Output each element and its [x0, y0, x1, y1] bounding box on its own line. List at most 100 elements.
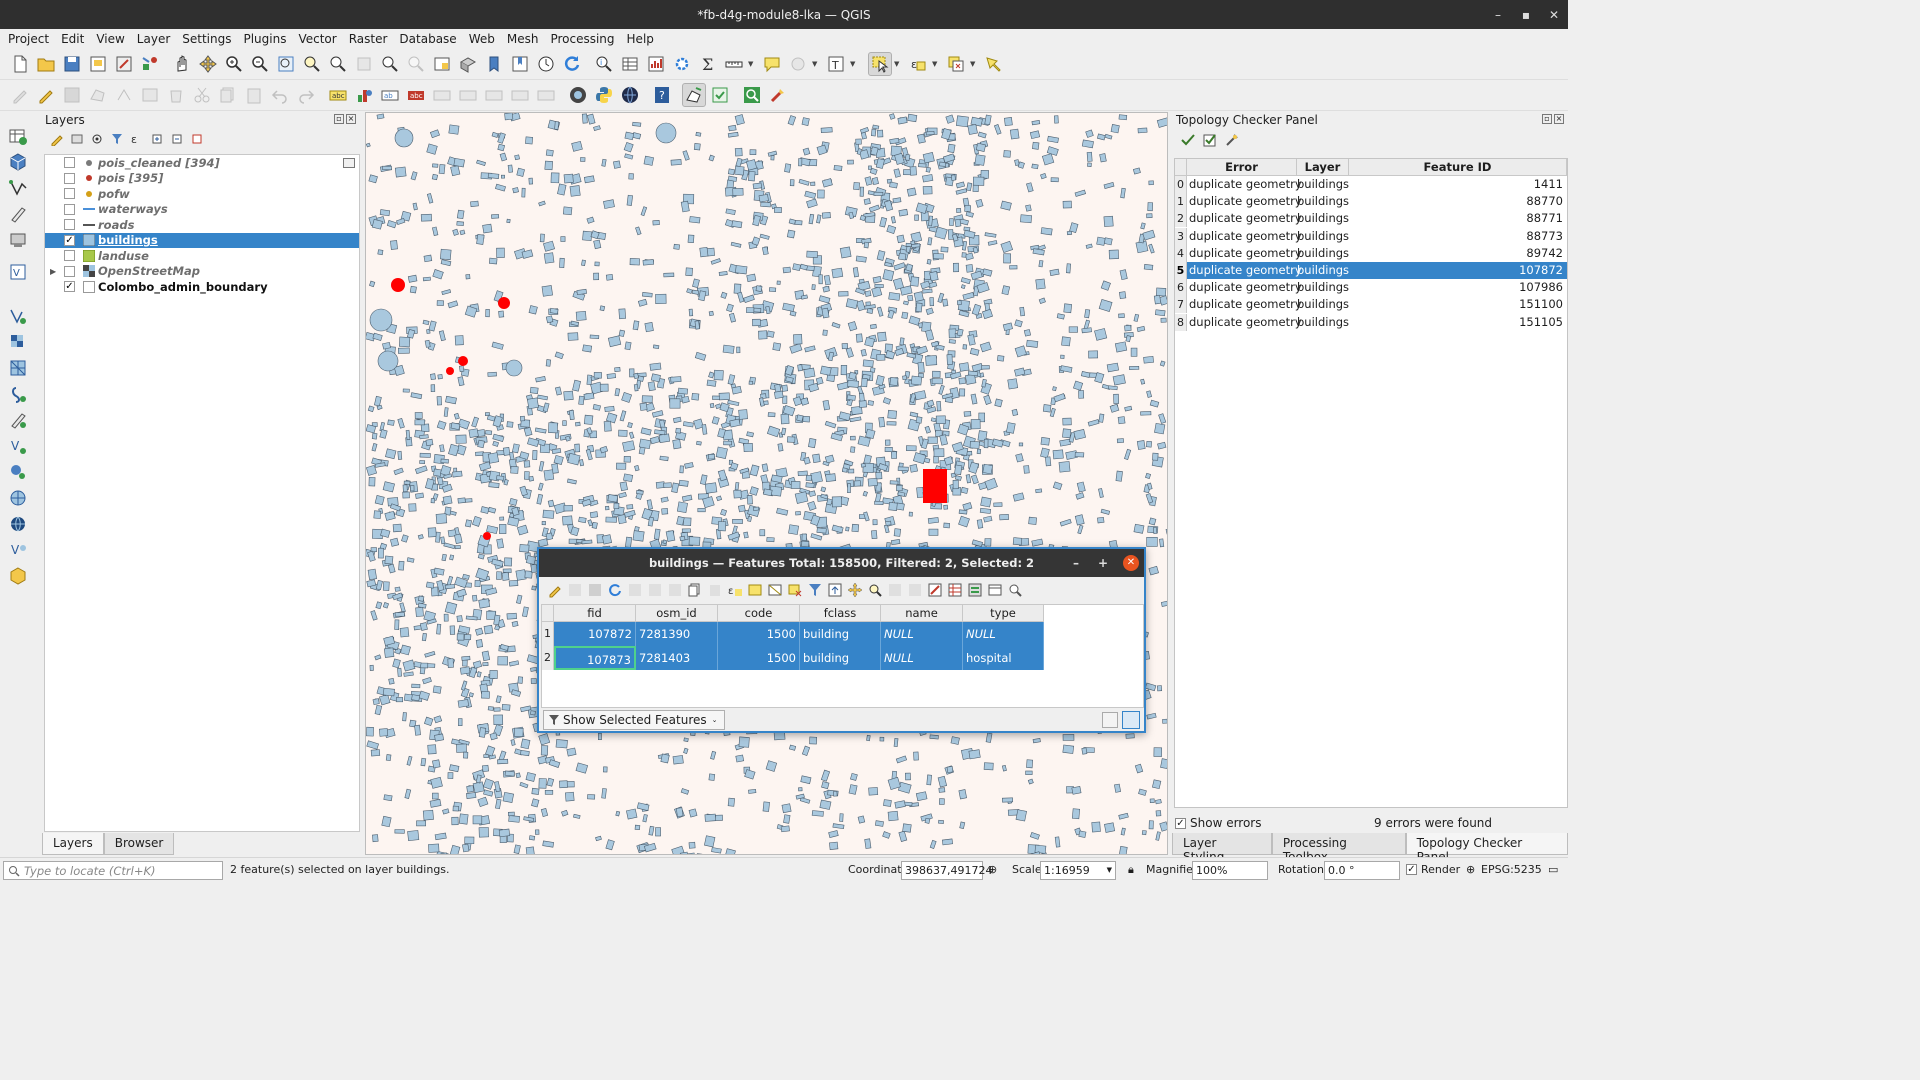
menu-plugins[interactable]: Plugins	[239, 32, 290, 46]
delete-selected-icon[interactable]	[164, 83, 188, 107]
add-vector-tile-icon[interactable]: V	[6, 538, 30, 562]
identify-features-icon[interactable]: i	[592, 52, 616, 76]
zoom-native-icon[interactable]	[352, 52, 376, 76]
move-selection-to-top-icon[interactable]	[827, 582, 843, 598]
row-number[interactable]: 1	[1175, 193, 1187, 211]
geometry-checker-icon[interactable]	[708, 83, 732, 107]
zoom-out-icon[interactable]	[248, 52, 272, 76]
manage-map-themes-icon[interactable]	[90, 132, 104, 146]
row-number[interactable]: 8	[1175, 313, 1187, 331]
cell-feature-id[interactable]: 1411	[1534, 176, 1563, 193]
metasearch-icon[interactable]	[618, 83, 642, 107]
add-wcs-layer-icon[interactable]	[6, 486, 30, 510]
new-print-layout-icon[interactable]	[86, 52, 110, 76]
add-raster-layer-icon[interactable]	[6, 330, 30, 354]
deselect-features-icon[interactable]	[944, 52, 968, 76]
deselect-dropdown[interactable]: ▼	[970, 52, 978, 76]
redo-icon[interactable]	[294, 83, 318, 107]
style-manager-icon[interactable]	[138, 52, 162, 76]
zoom-to-layer-icon[interactable]	[326, 52, 350, 76]
add-spatialite-icon[interactable]	[6, 228, 30, 252]
column-header-error[interactable]: Error	[1187, 159, 1297, 176]
cell-code[interactable]: 1500	[718, 622, 800, 646]
column-header-code[interactable]: code	[718, 605, 800, 622]
cut-icon[interactable]	[667, 582, 683, 598]
lock-scale-icon[interactable]: 🔒︎	[1128, 863, 1134, 877]
cell-layer[interactable]: buildings	[1297, 279, 1349, 296]
cell-layer[interactable]: buildings	[1297, 193, 1349, 210]
table-row[interactable]: 5 duplicate geometry buildings 107872	[1175, 262, 1567, 279]
cell-feature-id[interactable]: 88773	[1526, 228, 1563, 245]
add-xyz-layer-icon[interactable]	[6, 512, 30, 536]
rotate-label-icon[interactable]	[482, 83, 506, 107]
cell-layer[interactable]: buildings	[1297, 245, 1349, 262]
copy-features-icon[interactable]	[216, 83, 240, 107]
add-feature-icon[interactable]	[627, 582, 643, 598]
crs-button[interactable]: EPSG:5235	[1481, 863, 1542, 876]
remove-layer-icon[interactable]	[190, 132, 204, 146]
zoom-to-selected-icon[interactable]	[867, 582, 883, 598]
column-header-name[interactable]: name	[881, 605, 963, 622]
table-row[interactable]: 8 duplicate geometry buildings 151105	[1175, 313, 1567, 331]
menu-database[interactable]: Database	[395, 32, 460, 46]
cell-error[interactable]: duplicate geometry	[1189, 228, 1302, 245]
cell-osm-id[interactable]: 7281390	[636, 622, 718, 646]
crs-globe-icon[interactable]: ⊕	[1466, 863, 1475, 876]
column-header-type[interactable]: type	[963, 605, 1044, 622]
row-number[interactable]: 7	[1175, 296, 1187, 314]
table-row[interactable]: 3 duplicate geometry buildings 88773	[1175, 227, 1567, 245]
cell-fclass[interactable]: building	[800, 622, 881, 646]
tab-layers[interactable]: Layers	[42, 833, 104, 855]
table-row[interactable]: 0 duplicate geometry buildings 1411	[1175, 176, 1567, 193]
column-header-fid[interactable]: fid	[554, 605, 636, 622]
close-icon[interactable]: ✕	[1123, 555, 1139, 571]
menu-view[interactable]: View	[92, 32, 128, 46]
messages-icon[interactable]: ▭	[1548, 863, 1558, 876]
tab-browser[interactable]: Browser	[103, 833, 175, 855]
row-number[interactable]: 5	[1175, 262, 1187, 279]
layer-visibility-checkbox[interactable]	[64, 219, 75, 231]
save-project-icon[interactable]	[60, 52, 84, 76]
plugin-tool-icon[interactable]	[766, 83, 790, 107]
zoom-full-icon[interactable]	[274, 52, 298, 76]
add-pointcloud-icon[interactable]	[6, 460, 30, 484]
invert-selection-icon[interactable]	[767, 582, 783, 598]
layer-item-buildings[interactable]: ✓ buildings	[45, 232, 359, 248]
close-window-button[interactable]: ✕	[1540, 0, 1568, 29]
add-wms-layer-icon[interactable]	[6, 304, 30, 328]
row-number[interactable]: 6	[1175, 279, 1187, 297]
layer-item-pois-cleaned[interactable]: pois_cleaned [394]	[45, 155, 359, 171]
temporal-controller-icon[interactable]	[534, 52, 558, 76]
cell-name[interactable]: NULL	[881, 646, 963, 670]
pin-labels-icon[interactable]: abc	[404, 83, 428, 107]
layer-diagram-icon[interactable]	[352, 83, 376, 107]
cell-feature-id[interactable]: 151100	[1519, 296, 1563, 313]
configure-rules-icon[interactable]	[1224, 132, 1240, 148]
layer-visibility-checkbox[interactable]	[64, 157, 75, 169]
zoom-to-selection-icon[interactable]	[300, 52, 324, 76]
table-row[interactable]: 1 duplicate geometry buildings 88770	[1175, 193, 1567, 211]
cell-error[interactable]: duplicate geometry	[1189, 262, 1302, 279]
float-panel-icon[interactable]: ▫	[1542, 114, 1552, 124]
label-properties-icon[interactable]	[534, 83, 558, 107]
menu-processing[interactable]: Processing	[546, 32, 618, 46]
add-polygon-icon[interactable]	[86, 83, 110, 107]
rotation-spinbox[interactable]: 0.0 °	[1324, 861, 1400, 880]
menu-help[interactable]: Help	[623, 32, 658, 46]
map-tips-icon[interactable]	[760, 52, 784, 76]
zoom-last-icon[interactable]	[378, 52, 402, 76]
data-source-manager-icon[interactable]	[6, 124, 30, 148]
row-number[interactable]: 3	[1175, 227, 1187, 245]
new-geopackage-icon[interactable]	[6, 150, 30, 174]
conditional-formatting-icon[interactable]	[947, 582, 963, 598]
form-view-icon[interactable]	[1102, 712, 1118, 728]
plugin-search-icon[interactable]	[740, 83, 764, 107]
select-features-icon[interactable]	[868, 52, 892, 76]
cell-feature-id[interactable]: 107986	[1519, 279, 1563, 296]
toggle-editing-icon[interactable]	[34, 83, 58, 107]
row-number[interactable]: 2	[1175, 210, 1187, 228]
dock-table-icon[interactable]	[987, 582, 1003, 598]
table-view-icon[interactable]	[1122, 711, 1140, 729]
scale-combobox[interactable]: 1:16959 ▼	[1040, 861, 1116, 880]
magnifier-spinbox[interactable]: 100%	[1192, 861, 1268, 880]
